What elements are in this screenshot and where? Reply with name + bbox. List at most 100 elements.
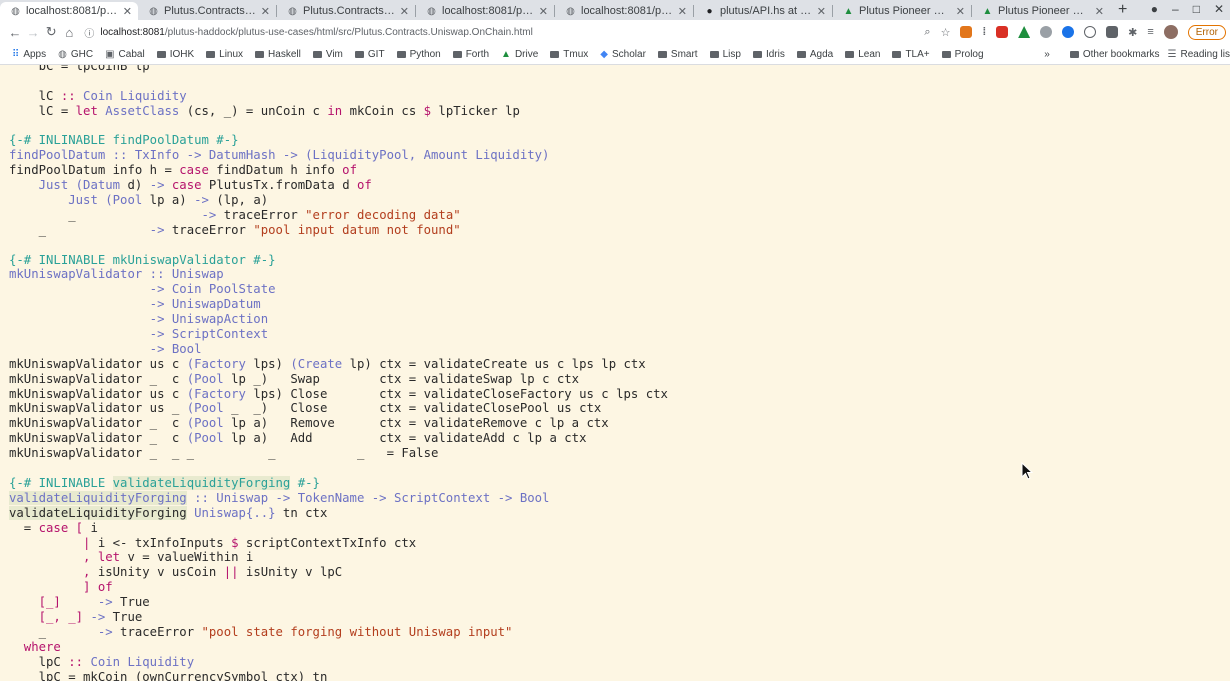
bookmark-item[interactable]: ◍ GHC (58, 49, 93, 60)
circle-extension-icon[interactable] (1084, 26, 1097, 38)
bookmark-item[interactable]: GIT (354, 49, 385, 60)
tab-title: Plutus Pioneer Progr (859, 5, 952, 17)
code-line: findPoolDatum :: TxInfo -> DatumHash -> … (9, 148, 668, 163)
bookmark-item[interactable]: IOHK (156, 49, 194, 60)
bookmark-item[interactable]: Other bookmarks (1069, 49, 1160, 60)
bookmark-item[interactable]: TLA+ (892, 49, 930, 60)
browser-tab[interactable]: ◍ localhost:8081/plutu ✕ (0, 2, 138, 20)
puzzle-extensions-icon[interactable]: ✱ (1128, 26, 1137, 39)
code-line: validateLiquidityForging Uniswap{..} tn … (9, 505, 668, 521)
home-icon[interactable]: ⌂ (60, 25, 78, 40)
code-token: -> (149, 222, 165, 237)
error-button[interactable]: Error (1187, 24, 1226, 40)
bookmark-label: Haskell (268, 48, 301, 60)
media-control-icon[interactable]: ≡ (1147, 26, 1153, 38)
bookmark-item[interactable]: Lean (845, 49, 880, 60)
tab-title: Plutus.Contracts.Unis (303, 5, 396, 17)
code-token: traceError (164, 222, 254, 237)
bookmark-label: Reading lis (1180, 48, 1230, 60)
globe-icon: ◍ (58, 48, 67, 60)
close-tab-icon[interactable]: ✕ (956, 5, 965, 18)
reload-icon[interactable]: ↻ (42, 24, 60, 40)
metamask-extension-icon[interactable] (960, 26, 973, 38)
address-bar[interactable]: ⓘ localhost:8081/plutus-haddock/plutus-u… (84, 22, 924, 42)
close-tab-icon[interactable]: ✕ (817, 5, 826, 18)
avatar[interactable] (1163, 25, 1178, 39)
info-icon[interactable]: ⓘ (84, 25, 94, 40)
code-token: mkUniswapValidator us c (9, 356, 187, 371)
triangle-extension-icon[interactable] (1018, 26, 1031, 38)
zoom-icon[interactable]: ⌕ (924, 26, 930, 39)
browser-tab[interactable]: ● plutus/API.hs at mas ✕ (694, 2, 832, 20)
code-token: :: Uniswap -> TokenName -> ScriptContext… (186, 490, 550, 505)
folder-icon (1069, 50, 1079, 58)
bookmark-item[interactable]: Linux (206, 49, 243, 60)
more-extension-icon[interactable]: ⁞ (982, 26, 986, 38)
code-line: {-# INLINABLE findPoolDatum #-} (9, 133, 668, 148)
code-token: || (223, 565, 239, 580)
cube-extension-icon[interactable] (1106, 26, 1119, 38)
blue-extension-icon[interactable] (1062, 26, 1075, 38)
bookmark-item[interactable]: ⠿ Apps (12, 49, 46, 60)
folder-icon (709, 50, 719, 58)
bookmark-item[interactable]: Idris (752, 49, 785, 60)
code-token: AssetClass (97, 103, 180, 118)
bookmark-item[interactable]: Vim (312, 49, 343, 60)
code-line: , isUnity v usCoin || isUnity v lpC (9, 565, 668, 580)
bookmark-item[interactable]: Tmux (550, 49, 588, 60)
bookmark-item[interactable]: Smart (657, 49, 698, 60)
code-token: mkUniswapValidator us _ (9, 401, 187, 416)
bookmark-item[interactable]: Forth (452, 49, 489, 60)
code-token: v = valueWithin i (120, 550, 254, 565)
bookmark-item[interactable]: ▲ Drive (501, 49, 538, 60)
close-tab-icon[interactable]: ✕ (261, 5, 270, 18)
close-tab-icon[interactable]: ✕ (1095, 5, 1104, 18)
folder-icon (452, 50, 462, 58)
close-tab-icon[interactable]: ✕ (678, 5, 687, 18)
code-token: | (9, 535, 91, 550)
maximize-icon[interactable]: □ (1193, 2, 1200, 16)
bookmark-item[interactable]: Haskell (255, 49, 301, 60)
code-token: scriptContextTxInfo ctx (238, 535, 417, 550)
grey-extension-icon[interactable] (1040, 26, 1053, 38)
browser-tab[interactable]: ▲ Plutus Pioneer Progr ✕ (833, 2, 971, 20)
new-tab-button[interactable]: + (1118, 1, 1127, 19)
browser-tab[interactable]: ◍ localhost:8081/plutu ✕ (555, 2, 693, 20)
code-line: -> ScriptContext (9, 327, 668, 342)
code-token: Coin Liquidity (75, 88, 187, 103)
browser-tab[interactable]: ▲ Plutus Pioneer Progr ✕ (972, 2, 1110, 20)
code-token: (cs, _) = unCoin c (179, 103, 328, 118)
bookmark-item[interactable]: ▣ Cabal (105, 49, 145, 60)
bookmark-item[interactable]: Python (396, 49, 441, 60)
close-tab-icon[interactable]: ✕ (539, 5, 548, 18)
browser-tab[interactable]: ◍ localhost:8081/plutu ✕ (416, 2, 554, 20)
forward-icon[interactable]: → (24, 25, 42, 40)
code-line: -> UniswapAction (9, 312, 668, 327)
red-extension-icon[interactable] (996, 26, 1009, 38)
code-line: lpC = mkCoin (ownCurrencySymbol ctx) tn (9, 670, 668, 681)
code-token: of (90, 580, 113, 595)
close-tab-icon[interactable]: ✕ (123, 5, 132, 18)
code-line: mkUniswapValidator _ c (Pool lp a) Add c… (9, 431, 668, 446)
bookmark-item[interactable]: Prolog (941, 49, 984, 60)
code-token: ] (9, 580, 91, 595)
close-icon[interactable]: ✕ (1214, 2, 1224, 16)
code-token: lpC (9, 654, 69, 669)
record-icon[interactable]: ● (1151, 2, 1158, 16)
code-token: mkCoin cs (342, 103, 424, 118)
bookmark-item[interactable]: ☰ Reading lis (1168, 49, 1230, 60)
minimize-icon[interactable]: – (1172, 2, 1179, 16)
code-token: case (164, 178, 202, 193)
browser-toolbar: ← → ↻ ⌂ ⓘ localhost:8081/plutus-haddock/… (0, 20, 1230, 44)
bookmark-item[interactable]: Lisp (709, 49, 741, 60)
back-icon[interactable]: ← (6, 25, 24, 40)
code-token: lp _) Swap ctx = validateSwap lp c ctx (223, 371, 580, 386)
browser-tab[interactable]: ◍ Plutus.Contracts.Unis ✕ (277, 2, 415, 20)
bookmark-item[interactable]: Agda (796, 49, 833, 60)
close-tab-icon[interactable]: ✕ (400, 5, 409, 18)
bookmark-item[interactable]: ◆ Scholar (600, 49, 646, 60)
bookmark-star-icon[interactable]: ☆ (941, 26, 951, 39)
bookmarks-overflow-button[interactable]: » (1044, 49, 1050, 60)
browser-tab[interactable]: ◍ Plutus.Contracts.Unis ✕ (138, 2, 276, 20)
